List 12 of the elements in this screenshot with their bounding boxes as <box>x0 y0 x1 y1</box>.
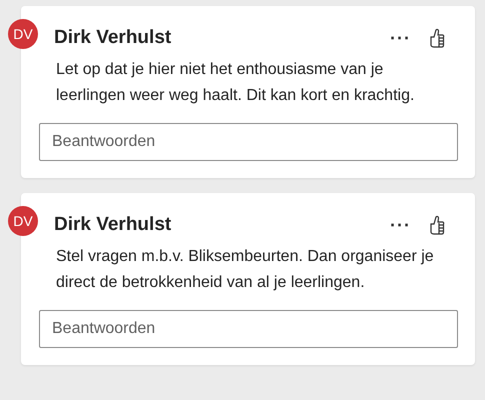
author-name: Dirk Verhulst <box>54 26 172 50</box>
more-button[interactable]: ··· <box>390 29 411 47</box>
comment-text: Let op dat je hier niet het enthousiasme van je leerlingen weer weg haalt. Dit kan kort en krachtig. <box>55 60 416 106</box>
more-button[interactable]: ··· <box>390 216 411 234</box>
avatar: DV <box>8 206 38 236</box>
avatar: DV <box>8 19 38 49</box>
author-name: Dirk Verhulst <box>54 212 172 237</box>
comment-text: Stel vragen m.b.v. Bliksembeurten. Dan organiseer je direct de betrokkenheid van al je leerlingen. <box>55 247 435 293</box>
reply-field[interactable]: Beantwoorden <box>39 123 458 161</box>
thumbs-up-icon[interactable] <box>429 215 445 235</box>
thumbs-up-icon[interactable] <box>429 28 445 48</box>
reply-field[interactable]: Beantwoorden <box>39 310 458 348</box>
